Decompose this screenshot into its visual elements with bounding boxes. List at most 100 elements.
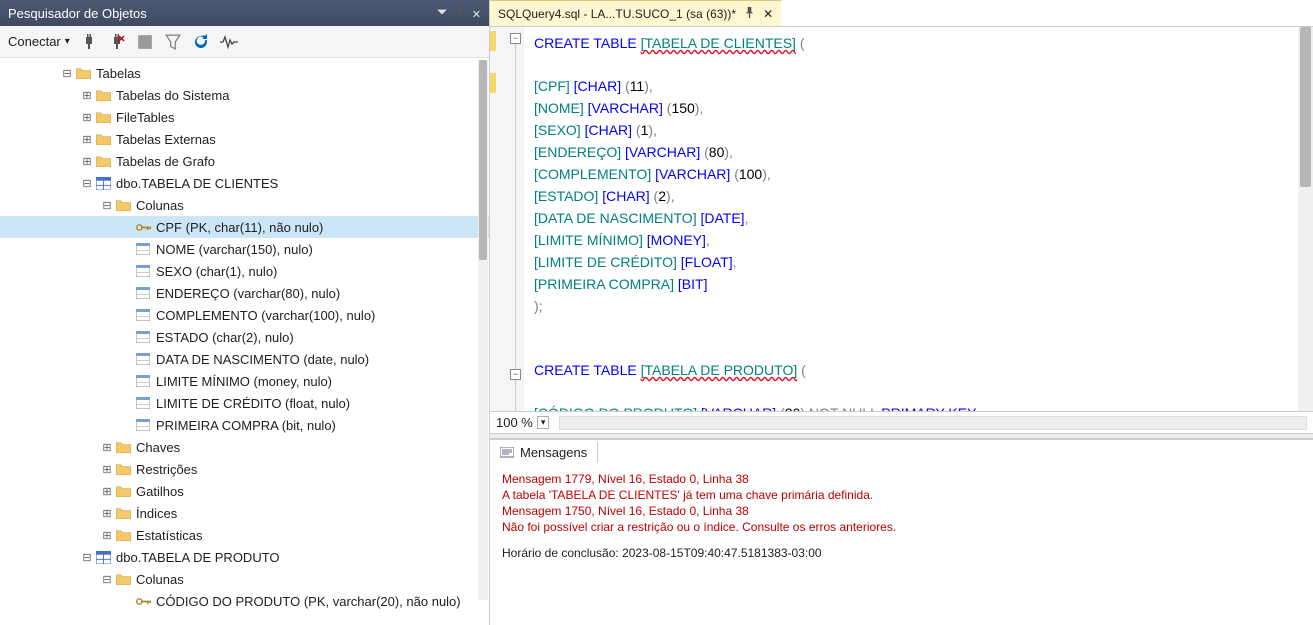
activity-icon[interactable] xyxy=(220,33,238,51)
filter-icon[interactable] xyxy=(164,33,182,51)
primary-key-icon xyxy=(134,596,152,607)
column-icon xyxy=(134,397,152,409)
messages-tab[interactable]: Mensagens xyxy=(490,442,598,463)
tree-node-col-data-nasc[interactable]: DATA DE NASCIMENTO (date, nulo) xyxy=(0,348,489,370)
folder-icon xyxy=(114,441,132,453)
tree-node-chaves[interactable]: ⊞Chaves xyxy=(0,436,489,458)
column-icon xyxy=(134,243,152,255)
messages-icon xyxy=(500,447,514,459)
tree-node-restricoes[interactable]: ⊞Restrições xyxy=(0,458,489,480)
table-icon xyxy=(94,551,112,564)
collapse-icon[interactable]: ⊟ xyxy=(80,551,94,564)
messages-tab-label: Mensagens xyxy=(520,445,587,460)
tree-node-col-primeira-compra[interactable]: PRIMEIRA COMPRA (bit, nulo) xyxy=(0,414,489,436)
tree-node-tabela-clientes[interactable]: ⊟dbo.TABELA DE CLIENTES xyxy=(0,172,489,194)
folder-icon xyxy=(74,67,92,79)
collapse-icon[interactable]: ⊟ xyxy=(80,177,94,190)
tree-node-col-limite-min[interactable]: LIMITE MÍNIMO (money, nulo) xyxy=(0,370,489,392)
collapse-icon[interactable]: ⊟ xyxy=(60,67,74,80)
column-icon xyxy=(134,287,152,299)
editor-area[interactable]: − − CREATE TABLE [TABELA DE CLIENTES] ( … xyxy=(490,26,1313,411)
expand-icon[interactable]: ⊞ xyxy=(100,529,114,542)
collapse-icon[interactable]: ⊟ xyxy=(100,573,114,586)
expand-icon[interactable]: ⊞ xyxy=(80,89,94,102)
editor-tab[interactable]: SQLQuery4.sql - LA...TU.SUCO_1 (sa (63))… xyxy=(490,0,781,26)
tree-node-col-codigo-produto[interactable]: CÓDIGO DO PRODUTO (PK, varchar(20), não … xyxy=(0,590,489,612)
expand-icon[interactable]: ⊞ xyxy=(100,441,114,454)
tree-node-tabelas-sistema[interactable]: ⊞Tabelas do Sistema xyxy=(0,84,489,106)
editor-hscrollbar[interactable] xyxy=(559,416,1307,430)
folder-icon xyxy=(114,573,132,585)
tree-node-col-cpf[interactable]: CPF (PK, char(11), não nulo) xyxy=(0,216,489,238)
message-line: Mensagem 1779, Nível 16, Estado 0, Linha… xyxy=(502,471,1301,487)
tree-scrollbar[interactable] xyxy=(478,60,488,600)
refresh-icon[interactable] xyxy=(192,33,210,51)
tree-node-col-limite-cred[interactable]: LIMITE DE CRÉDITO (float, nulo) xyxy=(0,392,489,414)
tree-node-colunas[interactable]: ⊟Colunas xyxy=(0,194,489,216)
tree-node-tabelas[interactable]: ⊟Tabelas xyxy=(0,62,489,84)
tree-node-colunas-2[interactable]: ⊟Colunas xyxy=(0,568,489,590)
tree-node-gatilhos[interactable]: ⊞Gatilhos xyxy=(0,480,489,502)
object-explorer-title: Pesquisador de Objetos xyxy=(8,6,436,21)
message-line: Mensagem 1750, Nível 16, Estado 0, Linha… xyxy=(502,503,1301,519)
folder-icon xyxy=(114,463,132,475)
tree-node-tabelas-grafo[interactable]: ⊞Tabelas de Grafo xyxy=(0,150,489,172)
tree-node-col-endereco[interactable]: ENDEREÇO (varchar(80), nulo) xyxy=(0,282,489,304)
tree-node-indices[interactable]: ⊞Índices xyxy=(0,502,489,524)
primary-key-icon xyxy=(134,222,152,233)
close-icon[interactable] xyxy=(472,6,481,21)
object-explorer-titlebar: Pesquisador de Objetos xyxy=(0,0,489,26)
tree-node-col-estado[interactable]: ESTADO (char(2), nulo) xyxy=(0,326,489,348)
scrollbar-thumb[interactable] xyxy=(479,60,487,260)
zoom-bar: 100 % ▾ xyxy=(490,411,1313,433)
expand-icon[interactable]: ⊞ xyxy=(100,463,114,476)
tree-node-col-sexo[interactable]: SEXO (char(1), nulo) xyxy=(0,260,489,282)
folder-icon xyxy=(114,507,132,519)
expand-icon[interactable]: ⊞ xyxy=(100,485,114,498)
object-tree[interactable]: ⊟Tabelas ⊞Tabelas do Sistema ⊞FileTables… xyxy=(0,58,489,625)
table-icon xyxy=(94,177,112,190)
pin-icon[interactable] xyxy=(744,7,755,21)
tree-node-tabelas-externas[interactable]: ⊞Tabelas Externas xyxy=(0,128,489,150)
zoom-value: 100 % xyxy=(496,415,533,430)
tree-node-filetables[interactable]: ⊞FileTables xyxy=(0,106,489,128)
column-icon xyxy=(134,309,152,321)
connect-icon[interactable] xyxy=(80,33,98,51)
fold-icon[interactable]: − xyxy=(510,33,521,44)
expand-icon[interactable]: ⊞ xyxy=(80,133,94,146)
code-editor[interactable]: CREATE TABLE [TABELA DE CLIENTES] ( [CPF… xyxy=(524,27,1313,411)
message-line: A tabela 'TABELA DE CLIENTES' já tem uma… xyxy=(502,487,1301,503)
expand-icon[interactable]: ⊞ xyxy=(80,155,94,168)
column-icon xyxy=(134,265,152,277)
results-tabbar: Mensagens xyxy=(490,439,1313,465)
expand-icon[interactable]: ⊞ xyxy=(100,507,114,520)
connect-dropdown[interactable]: Conectar xyxy=(8,34,70,49)
folder-icon xyxy=(94,133,112,145)
tree-node-tabela-produto[interactable]: ⊟dbo.TABELA DE PRODUTO xyxy=(0,546,489,568)
change-marker xyxy=(490,73,496,93)
editor-panel: SQLQuery4.sql - LA...TU.SUCO_1 (sa (63))… xyxy=(490,0,1313,625)
tree-node-estatisticas[interactable]: ⊞Estatísticas xyxy=(0,524,489,546)
folder-icon xyxy=(94,155,112,167)
message-line: Não foi possível criar a restrição ou o … xyxy=(502,519,1301,535)
fold-icon[interactable]: − xyxy=(510,369,521,380)
tree-node-col-complemento[interactable]: COMPLEMENTO (varchar(100), nulo) xyxy=(0,304,489,326)
zoom-dropdown-icon[interactable]: ▾ xyxy=(537,416,550,429)
folder-icon xyxy=(94,111,112,123)
column-icon xyxy=(134,353,152,365)
messages-pane[interactable]: Mensagem 1779, Nível 16, Estado 0, Linha… xyxy=(490,465,1313,625)
stop-icon[interactable] xyxy=(136,33,154,51)
close-icon[interactable]: ✕ xyxy=(763,7,773,21)
pin-icon[interactable] xyxy=(454,6,466,21)
scrollbar-thumb[interactable] xyxy=(1300,27,1311,187)
disconnect-icon[interactable] xyxy=(108,33,126,51)
folder-icon xyxy=(94,89,112,101)
collapse-icon[interactable]: ⊟ xyxy=(100,199,114,212)
expand-icon[interactable]: ⊞ xyxy=(80,111,94,124)
object-explorer-panel: Pesquisador de Objetos Conectar ⊟Tabelas… xyxy=(0,0,490,625)
object-explorer-toolbar: Conectar xyxy=(0,26,489,58)
tree-node-col-nome[interactable]: NOME (varchar(150), nulo) xyxy=(0,238,489,260)
window-options-icon[interactable] xyxy=(436,6,448,21)
editor-scrollbar[interactable] xyxy=(1298,27,1313,411)
tab-label: SQLQuery4.sql - LA...TU.SUCO_1 (sa (63))… xyxy=(498,7,736,21)
